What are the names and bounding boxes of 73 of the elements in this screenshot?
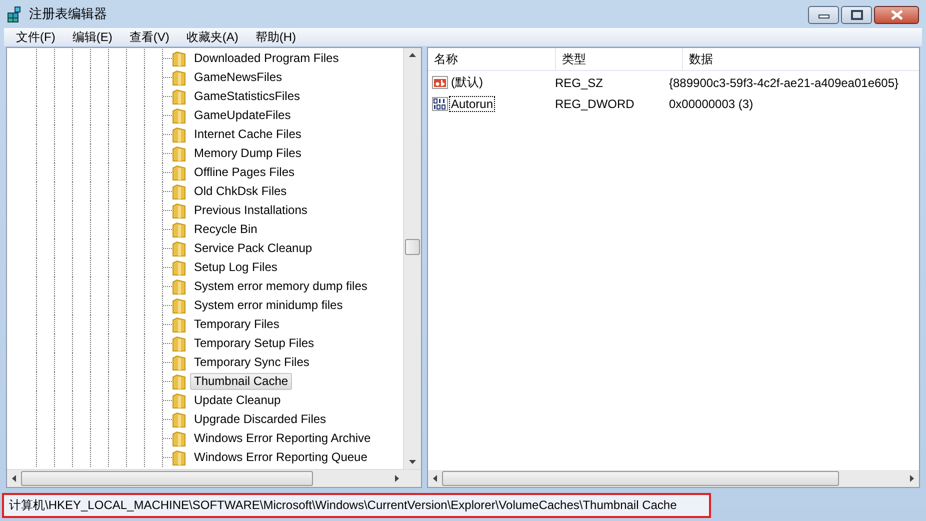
folder-icon [172,146,186,162]
folder-icon [172,50,186,66]
horizontal-scrollbar[interactable] [428,470,919,487]
folder-icon [172,126,186,142]
tree-item[interactable]: Previous Installations [190,202,312,219]
column-header[interactable]: 数据 [683,48,919,70]
folder-icon [172,260,186,276]
tree-item[interactable]: Windows Error Reporting Archive [190,430,375,447]
close-icon [890,10,904,20]
registry-path: 计算机\HKEY_LOCAL_MACHINE\SOFTWARE\Microsoft\Windows\CurrentVersion\Explorer\VolumeCaches\Thumbnail Cache [9,497,677,514]
folder-icon [172,336,186,352]
tree-item[interactable]: Thumbnail Cache [190,373,292,390]
folder-icon [172,108,186,124]
folder-icon [172,184,186,200]
tree-item[interactable]: Windows Error Reporting Queue [190,449,372,466]
folder-icon [172,222,186,238]
folder-icon [172,70,186,86]
tree-item[interactable]: Temporary Setup Files [190,335,318,352]
folder-icon [172,298,186,314]
tree-item[interactable]: Memory Dump Files [190,145,306,162]
tree-item[interactable]: Recycle Bin [190,221,262,238]
value-name[interactable]: (默认) [449,73,485,92]
tree-item[interactable]: System error minidump files [190,297,347,314]
menu-item[interactable]: 编辑(E) [66,28,118,46]
folder-icon [172,392,186,408]
folder-icon [172,202,186,218]
maximize-icon [850,10,864,20]
tree-item[interactable]: Update Cleanup [190,392,285,409]
tree-item[interactable]: Service Pack Cleanup [190,240,316,257]
vertical-scrollbar[interactable] [403,48,421,469]
menu-item[interactable]: 帮助(H) [249,28,302,46]
value-name[interactable]: Autorun [449,96,496,112]
tree-item[interactable]: Offline Pages Files [190,164,298,181]
value-type: REG_DWORD [554,96,636,110]
folder-icon [172,164,186,180]
tree-item[interactable]: Temporary Files [190,316,284,333]
tree-item[interactable]: GameNewsFiles [190,69,286,86]
value-data: {889900c3-59f3-4c2f-ae21-a409ea01e605} [669,76,899,90]
folder-icon [172,88,186,104]
folder-icon [172,450,186,466]
scroll-thumb[interactable] [405,238,420,255]
menu-item[interactable]: 查看(V) [123,28,176,46]
tree-item[interactable]: Upgrade Discarded Files [190,411,330,428]
scroll-thumb[interactable] [21,471,313,486]
tree-item[interactable]: Old ChkDsk Files [190,183,291,200]
folder-icon [172,240,186,256]
close-button[interactable] [874,6,919,24]
tree-item[interactable]: Temporary Sync Files [190,354,314,371]
value-data: 0x00000003 (3) [669,96,754,110]
folder-icon [172,316,186,332]
folder-icon [172,430,186,446]
binary-value-icon [432,96,448,112]
menu-item[interactable]: 收藏夹(A) [180,28,244,46]
folder-icon [172,354,186,370]
scroll-thumb[interactable] [442,471,839,486]
column-header[interactable]: 名称 [428,48,556,70]
tree-item[interactable]: GameUpdateFiles [190,107,295,124]
minimize-button[interactable] [808,6,839,24]
folder-icon [172,412,186,428]
tree-item[interactable]: Downloaded Program Files [190,50,343,67]
window-title: 注册表编辑器 [29,5,107,23]
tree-item[interactable]: Setup Log Files [190,259,282,276]
tree-item[interactable]: System error memory dump files [190,278,372,295]
tree-item[interactable]: GameStatisticsFiles [190,88,304,105]
value-type: REG_SZ [554,76,604,90]
tree-item[interactable]: Internet Cache Files [190,126,306,143]
string-value-icon [432,74,448,90]
folder-icon [172,278,186,294]
maximize-button[interactable] [841,6,872,24]
horizontal-scrollbar[interactable] [7,469,421,487]
menu-item[interactable]: 文件(F) [10,28,62,46]
folder-icon [172,374,186,390]
column-header[interactable]: 类型 [556,48,683,70]
